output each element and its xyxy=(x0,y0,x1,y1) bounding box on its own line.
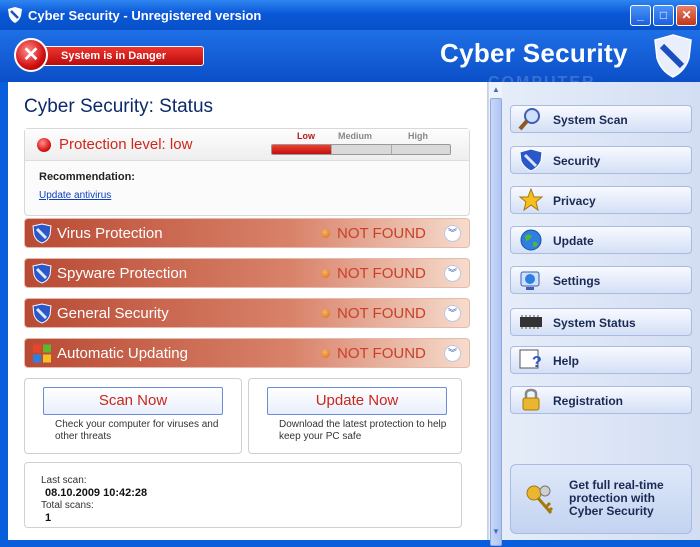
nav-help[interactable]: ? Help xyxy=(510,346,692,374)
total-scans-label: Total scans: xyxy=(41,500,94,511)
scan-stats: Last scan: 08.10.2009 10:42:28 Total sca… xyxy=(24,462,462,528)
component-name: Automatic Updating xyxy=(57,345,188,362)
update-antivirus-link[interactable]: Update antivirus xyxy=(39,190,111,201)
nav-settings[interactable]: Settings xyxy=(510,266,692,294)
orange-dot-icon xyxy=(321,229,330,238)
nav-label: Registration xyxy=(553,394,624,408)
nav-system-scan[interactable]: System Scan xyxy=(510,105,692,133)
promo-text: Get full real-time protection with Cyber… xyxy=(569,478,664,518)
maximize-button[interactable]: □ xyxy=(653,5,674,26)
protection-header: Protection level: low Low Medium High xyxy=(25,129,469,161)
scroll-down-icon[interactable]: ▼ xyxy=(490,526,502,538)
nav-label: Privacy xyxy=(553,194,596,208)
component-name: Virus Protection xyxy=(57,225,163,242)
vertical-scrollbar[interactable]: ▲ ▼ xyxy=(488,82,502,546)
windows-logo-icon xyxy=(33,344,51,363)
status-panel: Cyber Security: Status Protection level:… xyxy=(8,82,488,540)
expand-chevron-icon[interactable]: ︾ xyxy=(444,265,461,282)
page-title: Cyber Security: Status xyxy=(24,96,214,117)
total-scans-value: 1 xyxy=(45,512,52,524)
component-status: NOT FOUND xyxy=(337,305,426,322)
danger-alert[interactable]: ✕ System is in Danger xyxy=(14,38,204,74)
minimize-button[interactable]: _ xyxy=(630,5,651,26)
protection-level-bar xyxy=(271,144,451,155)
component-row-virus[interactable]: Virus Protection NOT FOUND ︾ xyxy=(24,218,470,248)
close-icon: ✕ xyxy=(681,8,692,22)
close-button[interactable]: ✕ xyxy=(676,5,697,26)
app-header: ✕ System is in Danger Cyber Security COM… xyxy=(0,30,700,91)
component-status: NOT FOUND xyxy=(337,225,426,242)
magnifier-icon xyxy=(518,108,540,131)
nav-label: Update xyxy=(553,234,594,248)
update-now-button[interactable]: Update Now xyxy=(267,387,447,415)
nav-label: Help xyxy=(553,354,580,368)
update-now-panel: Update Now Download the latest protectio… xyxy=(248,378,462,454)
level-low-label: Low xyxy=(297,131,315,141)
level-medium-label: Medium xyxy=(338,131,373,141)
settings-icon xyxy=(520,271,540,290)
bar-divider xyxy=(391,145,392,154)
update-description: Download the latest protection to help k… xyxy=(279,419,447,442)
maximize-icon: □ xyxy=(659,8,668,22)
scroll-up-icon[interactable]: ▲ xyxy=(490,84,502,96)
shield-icon xyxy=(519,148,543,172)
scan-now-button[interactable]: Scan Now xyxy=(43,387,223,415)
chip-icon xyxy=(520,315,542,329)
bar-divider xyxy=(331,145,332,154)
red-status-icon xyxy=(37,138,51,152)
get-protection-banner[interactable]: Get full real-time protection with Cyber… xyxy=(510,464,692,534)
shield-logo-icon xyxy=(654,34,692,78)
recommendation-label: Recommendation: xyxy=(39,171,135,183)
shield-icon xyxy=(32,263,52,284)
protection-box: Protection level: low Low Medium High Re… xyxy=(24,128,470,216)
app-window: Cyber Security - Unregistered version _ … xyxy=(0,0,700,547)
component-row-general[interactable]: General Security NOT FOUND ︾ xyxy=(24,298,470,328)
shield-icon xyxy=(8,7,22,23)
brand-title: Cyber Security xyxy=(440,38,628,68)
keys-icon xyxy=(526,485,554,514)
help-icon: ? xyxy=(519,349,542,371)
shield-icon xyxy=(32,223,52,244)
component-row-spyware[interactable]: Spyware Protection NOT FOUND ︾ xyxy=(24,258,470,288)
scroll-thumb[interactable] xyxy=(490,98,502,546)
last-scan-value: 08.10.2009 10:42:28 xyxy=(45,487,148,499)
orange-dot-icon xyxy=(321,269,330,278)
component-name: Spyware Protection xyxy=(57,265,188,282)
nav-label: System Status xyxy=(553,316,636,330)
window-title: Cyber Security - Unregistered version xyxy=(28,8,262,23)
shield-icon xyxy=(32,303,52,324)
orange-dot-icon xyxy=(321,349,330,358)
component-status: NOT FOUND xyxy=(337,345,426,362)
nav-registration[interactable]: Registration xyxy=(510,386,692,414)
protection-level-label: Protection level: low xyxy=(59,136,193,153)
svg-text:?: ? xyxy=(532,354,542,371)
danger-text: System is in Danger xyxy=(36,46,204,66)
star-icon xyxy=(518,187,544,212)
expand-chevron-icon[interactable]: ︾ xyxy=(444,225,461,242)
sidebar: System Scan Security Privacy Update Sett… xyxy=(502,82,700,540)
level-high-label: High xyxy=(408,131,428,141)
nav-privacy[interactable]: Privacy xyxy=(510,186,692,214)
globe-icon xyxy=(520,229,542,251)
nav-label: Settings xyxy=(553,274,601,288)
nav-label: Security xyxy=(553,154,601,168)
lock-icon xyxy=(522,388,540,411)
scan-description: Check your computer for viruses and othe… xyxy=(55,419,219,442)
component-row-updating[interactable]: Automatic Updating NOT FOUND ︾ xyxy=(24,338,470,368)
minimize-icon: _ xyxy=(637,8,644,22)
orange-dot-icon xyxy=(321,309,330,318)
nav-system-status[interactable]: System Status xyxy=(510,308,692,336)
danger-x-icon: ✕ xyxy=(14,38,48,72)
component-status: NOT FOUND xyxy=(337,265,426,282)
protection-level-fill xyxy=(272,145,331,154)
nav-label: System Scan xyxy=(553,113,628,127)
nav-security[interactable]: Security xyxy=(510,146,692,174)
expand-chevron-icon[interactable]: ︾ xyxy=(444,305,461,322)
expand-chevron-icon[interactable]: ︾ xyxy=(444,345,461,362)
last-scan-label: Last scan: xyxy=(41,475,87,486)
component-name: General Security xyxy=(57,305,169,322)
scan-now-panel: Scan Now Check your computer for viruses… xyxy=(24,378,242,454)
title-bar[interactable]: Cyber Security - Unregistered version _ … xyxy=(0,0,700,30)
nav-update[interactable]: Update xyxy=(510,226,692,254)
